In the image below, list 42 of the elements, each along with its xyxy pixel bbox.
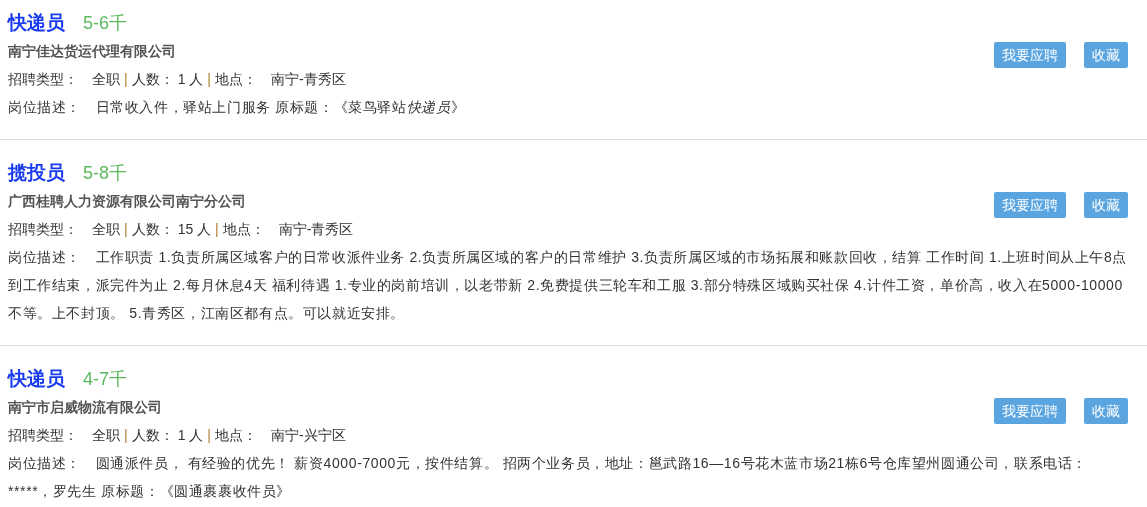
company-name: 广西桂聘人力资源有限公司南宁分公司 — [8, 192, 246, 211]
field-label: 招聘类型： — [8, 220, 78, 239]
separator: | — [207, 426, 211, 445]
apply-button[interactable]: 我要应聘 — [994, 398, 1066, 424]
field-value: 1 人 — [177, 426, 204, 445]
field-label: 地点： — [214, 70, 257, 89]
field-label: 人数： — [131, 220, 174, 239]
job-title[interactable]: 揽投员 — [8, 159, 65, 187]
job-description: 岗位描述： 工作职责 1.负责所属区域客户的日常收派件业务 2.负责所属区域的客户的日常维护 3.负责所属区域的市场拓展和账款回收，结算 工作时间 1.上班时间从上午8点到工作结束，派完件为止 2.每月休息4天 福利待遇 1.专业的岗前培训，以老带新 2.免费提供三轮车和工服 3.部分特殊区域购买社保 4.计件工资，单价高，收入在5000-10000不等。上不封顶。 5.青秀区，江南区都有点。可以就近安排。 — [8, 248, 1128, 323]
field-value: 1 人 — [177, 70, 204, 89]
field-value: 南宁-青秀区 — [278, 220, 354, 239]
field-value: 全职 — [92, 426, 120, 445]
company-name: 南宁市启威物流有限公司 — [8, 398, 162, 417]
apply-button[interactable]: 我要应聘 — [994, 42, 1066, 68]
salary: 4-7千 — [83, 368, 127, 391]
salary: 5-8千 — [83, 162, 127, 185]
field-value: 全职 — [92, 220, 120, 239]
field-label: 地点： — [222, 220, 265, 239]
field-label: 招聘类型： — [8, 426, 78, 445]
field-value: 南宁-兴宁区 — [270, 426, 346, 445]
separator: | — [207, 70, 211, 89]
salary: 5-6千 — [83, 12, 127, 35]
job-description: 岗位描述： 圆通派件员， 有经验的优先！ 薪资4000-7000元，按件结算。 招两个业务员，地址：邕武路16—16号花木蓝市场21栋6号仓库望州圆通公司，联系电话：*****，罗先生 原标题：《圆通裹裹收件员》 — [8, 454, 1088, 501]
save-button[interactable]: 收藏 — [1084, 192, 1128, 218]
separator: | — [124, 220, 128, 239]
job-title[interactable]: 快递员 — [8, 365, 65, 393]
field-label: 地点： — [214, 426, 257, 445]
separator: | — [124, 426, 128, 445]
apply-button[interactable]: 我要应聘 — [994, 192, 1066, 218]
company-name: 南宁佳达货运代理有限公司 — [8, 42, 176, 61]
job-description: 岗位描述： 日常收入件，驿站上门服务 原标题：《菜鸟驿站快递员》 — [8, 98, 467, 117]
field-value: 南宁-青秀区 — [270, 70, 346, 89]
field-label: 招聘类型： — [8, 70, 78, 89]
job-title[interactable]: 快递员 — [8, 9, 65, 37]
field-value: 全职 — [92, 70, 120, 89]
save-button[interactable]: 收藏 — [1084, 42, 1128, 68]
separator: | — [124, 70, 128, 89]
field-label: 人数： — [131, 426, 174, 445]
field-value: 15 人 — [177, 220, 212, 239]
separator: | — [215, 220, 219, 239]
save-button[interactable]: 收藏 — [1084, 398, 1128, 424]
field-label: 人数： — [131, 70, 174, 89]
